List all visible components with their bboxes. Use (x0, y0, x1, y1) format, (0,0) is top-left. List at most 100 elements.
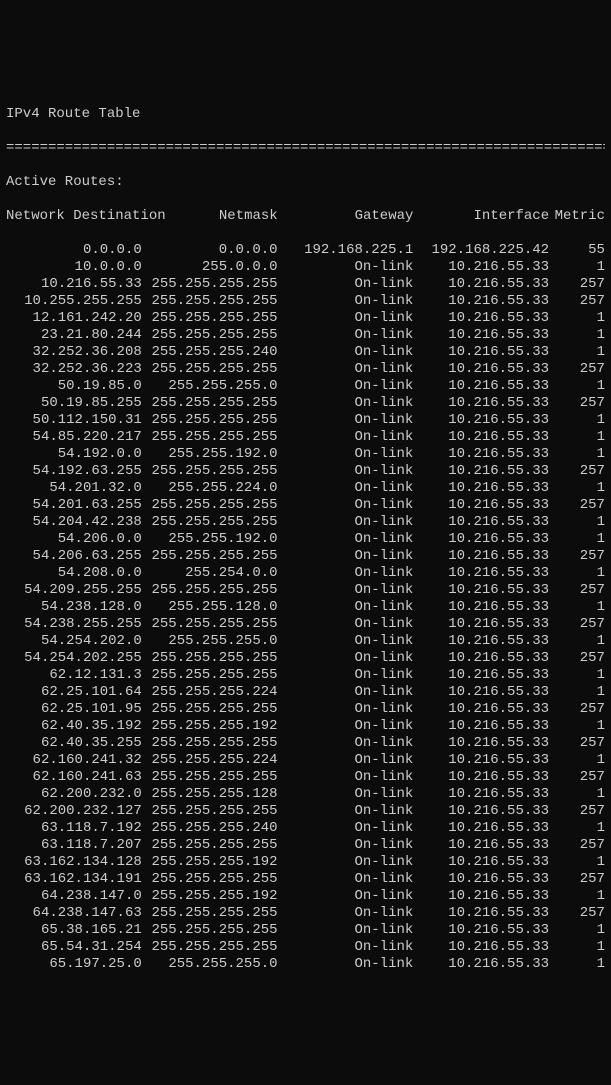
route-mask: 255.255.255.240 (142, 820, 278, 837)
route-gw: On-link (278, 837, 414, 854)
route-metric: 1 (549, 531, 605, 548)
route-row: 62.40.35.192255.255.255.192On-link10.216… (6, 718, 605, 735)
route-metric: 257 (549, 871, 605, 888)
route-metric: 257 (549, 650, 605, 667)
route-mask: 255.255.255.255 (142, 803, 278, 820)
route-gw: On-link (278, 956, 414, 973)
route-dest: 54.238.128.0 (6, 599, 142, 616)
route-if: 10.216.55.33 (413, 939, 549, 956)
route-dest: 65.54.31.254 (6, 939, 142, 956)
route-if: 10.216.55.33 (413, 548, 549, 565)
route-gw: On-link (278, 548, 414, 565)
route-dest: 54.85.220.217 (6, 429, 142, 446)
route-gw: On-link (278, 446, 414, 463)
header-netmask: Netmask (142, 208, 278, 225)
route-metric: 1 (549, 956, 605, 973)
route-row: 63.118.7.192255.255.255.240On-link10.216… (6, 820, 605, 837)
route-metric: 1 (549, 514, 605, 531)
route-row: 54.208.0.0255.254.0.0On-link10.216.55.33… (6, 565, 605, 582)
route-mask: 255.255.255.255 (142, 616, 278, 633)
route-row: 62.200.232.0255.255.255.128On-link10.216… (6, 786, 605, 803)
route-gw: On-link (278, 922, 414, 939)
route-metric: 257 (549, 837, 605, 854)
route-if: 10.216.55.33 (413, 582, 549, 599)
route-row: 23.21.80.244255.255.255.255On-link10.216… (6, 327, 605, 344)
route-dest: 0.0.0.0 (6, 242, 142, 259)
route-metric: 257 (549, 582, 605, 599)
route-dest: 54.204.42.238 (6, 514, 142, 531)
route-row: 54.206.0.0255.255.192.0On-link10.216.55.… (6, 531, 605, 548)
route-metric: 1 (549, 599, 605, 616)
route-row: 65.38.165.21255.255.255.255On-link10.216… (6, 922, 605, 939)
route-row: 54.206.63.255255.255.255.255On-link10.21… (6, 548, 605, 565)
route-gw: On-link (278, 888, 414, 905)
route-mask: 255.255.255.255 (142, 293, 278, 310)
route-gw: On-link (278, 871, 414, 888)
route-row: 54.254.202.0255.255.255.0On-link10.216.5… (6, 633, 605, 650)
route-row: 50.112.150.31255.255.255.255On-link10.21… (6, 412, 605, 429)
route-dest: 65.197.25.0 (6, 956, 142, 973)
route-row: 62.40.35.255255.255.255.255On-link10.216… (6, 735, 605, 752)
route-dest: 63.118.7.207 (6, 837, 142, 854)
route-mask: 255.255.255.255 (142, 429, 278, 446)
route-mask: 255.255.255.255 (142, 412, 278, 429)
route-dest: 54.192.63.255 (6, 463, 142, 480)
route-dest: 54.206.63.255 (6, 548, 142, 565)
route-if: 10.216.55.33 (413, 837, 549, 854)
route-metric: 257 (549, 463, 605, 480)
route-metric: 1 (549, 310, 605, 327)
route-row: 63.162.134.128255.255.255.192On-link10.2… (6, 854, 605, 871)
active-routes-label: Active Routes: (6, 174, 605, 191)
route-row: 50.19.85.255255.255.255.255On-link10.216… (6, 395, 605, 412)
route-row: 32.252.36.223255.255.255.255On-link10.21… (6, 361, 605, 378)
route-metric: 1 (549, 259, 605, 276)
route-gw: On-link (278, 395, 414, 412)
route-metric: 1 (549, 446, 605, 463)
route-mask: 255.255.255.255 (142, 361, 278, 378)
header-metric: Metric (549, 208, 605, 225)
route-gw: On-link (278, 259, 414, 276)
route-if: 10.216.55.33 (413, 565, 549, 582)
route-metric: 1 (549, 718, 605, 735)
route-if: 10.216.55.33 (413, 922, 549, 939)
route-gw: On-link (278, 463, 414, 480)
route-mask: 255.255.255.255 (142, 701, 278, 718)
route-row: 12.161.242.20255.255.255.255On-link10.21… (6, 310, 605, 327)
route-gw: On-link (278, 361, 414, 378)
route-dest: 62.40.35.255 (6, 735, 142, 752)
route-mask: 255.255.255.192 (142, 854, 278, 871)
route-metric: 1 (549, 922, 605, 939)
route-mask: 255.255.255.255 (142, 939, 278, 956)
route-gw: On-link (278, 293, 414, 310)
route-gw: On-link (278, 599, 414, 616)
route-gw: On-link (278, 786, 414, 803)
route-gw: On-link (278, 497, 414, 514)
route-mask: 255.255.255.255 (142, 667, 278, 684)
route-mask: 255.255.255.255 (142, 735, 278, 752)
route-gw: On-link (278, 769, 414, 786)
route-row: 62.160.241.63255.255.255.255On-link10.21… (6, 769, 605, 786)
route-mask: 255.255.255.0 (142, 378, 278, 395)
route-dest: 62.12.131.3 (6, 667, 142, 684)
route-gw: On-link (278, 276, 414, 293)
route-dest: 54.209.255.255 (6, 582, 142, 599)
route-metric: 1 (549, 667, 605, 684)
route-row: 54.85.220.217255.255.255.255On-link10.21… (6, 429, 605, 446)
route-gw: On-link (278, 650, 414, 667)
route-metric: 1 (549, 786, 605, 803)
route-dest: 54.192.0.0 (6, 446, 142, 463)
route-if: 10.216.55.33 (413, 905, 549, 922)
route-if: 10.216.55.33 (413, 395, 549, 412)
route-mask: 255.255.255.255 (142, 769, 278, 786)
route-metric: 257 (549, 395, 605, 412)
route-mask: 255.255.255.224 (142, 752, 278, 769)
route-if: 10.216.55.33 (413, 446, 549, 463)
route-gw: On-link (278, 310, 414, 327)
route-metric: 1 (549, 412, 605, 429)
routes-list: 0.0.0.00.0.0.0192.168.225.1192.168.225.4… (6, 242, 605, 973)
route-dest: 62.25.101.64 (6, 684, 142, 701)
route-if: 10.216.55.33 (413, 871, 549, 888)
route-mask: 255.255.255.192 (142, 888, 278, 905)
route-metric: 1 (549, 378, 605, 395)
route-mask: 255.255.255.240 (142, 344, 278, 361)
